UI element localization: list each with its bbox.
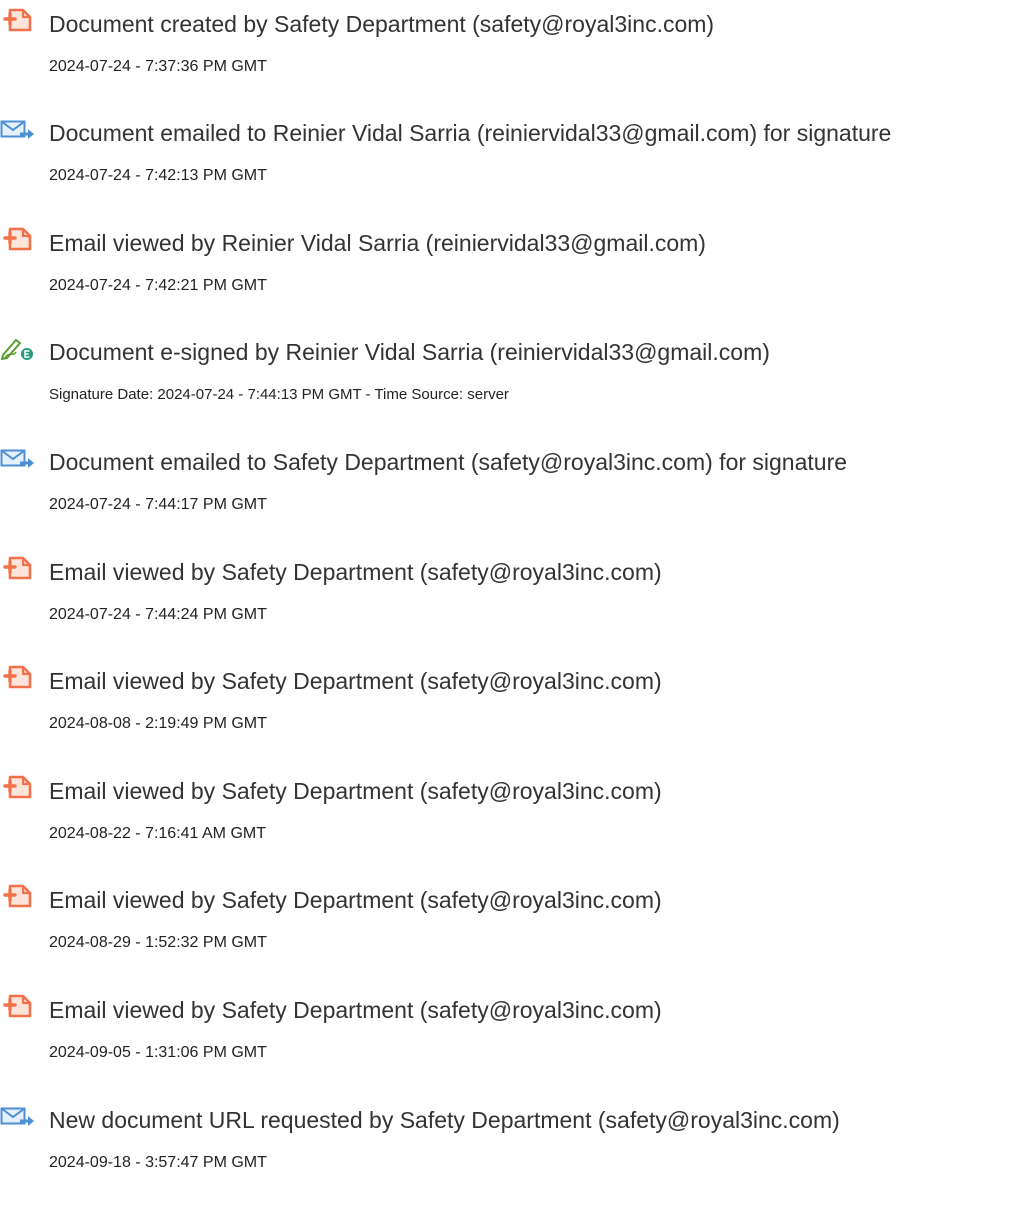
audit-event: Email viewed by Safety Department (safet… — [0, 986, 1024, 1066]
email-sent-icon — [0, 1104, 36, 1128]
signature-details: Signature Date: 2024-07-24 - 7:44:13 PM … — [49, 386, 509, 403]
audit-event: Document emailed to Safety Department (s… — [0, 438, 1024, 518]
event-title: Document emailed to Reinier Vidal Sarria… — [49, 120, 892, 146]
event-timestamp: 2024-07-24 - 7:37:36 PM GMT — [49, 58, 267, 75]
document-viewed-icon — [0, 775, 36, 799]
audit-event: Document created by Safety Department (s… — [0, 0, 1024, 80]
event-title: Email viewed by Safety Department (safet… — [49, 778, 662, 804]
event-title: Document created by Safety Department (s… — [49, 11, 715, 37]
event-timestamp: 2024-08-08 - 2:19:49 PM GMT — [49, 715, 267, 732]
document-viewed-icon — [0, 665, 36, 689]
document-viewed-icon — [0, 994, 36, 1018]
event-timestamp: 2024-07-24 - 7:44:24 PM GMT — [49, 606, 267, 623]
audit-event: Email viewed by Safety Department (safet… — [0, 548, 1024, 628]
audit-event: Email viewed by Reinier Vidal Sarria (re… — [0, 219, 1024, 299]
event-timestamp: 2024-09-18 - 3:57:47 PM GMT — [49, 1154, 267, 1171]
document-viewed-icon — [0, 884, 36, 908]
event-title: Email viewed by Reinier Vidal Sarria (re… — [49, 230, 706, 256]
document-viewed-icon — [0, 556, 36, 580]
audit-event: Email viewed by Safety Department (safet… — [0, 657, 1024, 737]
document-viewed-icon — [0, 227, 36, 251]
event-timestamp: 2024-09-05 - 1:31:06 PM GMT — [49, 1044, 267, 1061]
event-title: Document emailed to Safety Department (s… — [49, 449, 848, 475]
audit-event: Email viewed by Safety Department (safet… — [0, 876, 1024, 956]
audit-event: Document emailed to Reinier Vidal Sarria… — [0, 109, 1024, 189]
event-timestamp: 2024-07-24 - 7:42:21 PM GMT — [49, 277, 267, 294]
event-timestamp: 2024-07-24 - 7:42:13 PM GMT — [49, 167, 267, 184]
event-timestamp: 2024-08-29 - 1:52:32 PM GMT — [49, 934, 267, 951]
audit-event: Document e-signed by Reinier Vidal Sarri… — [0, 328, 1024, 408]
e-signature-icon — [0, 336, 36, 360]
event-title: New document URL requested by Safety Dep… — [49, 1107, 840, 1133]
event-title: Document e-signed by Reinier Vidal Sarri… — [49, 339, 770, 365]
email-sent-icon — [0, 446, 36, 470]
event-title: Email viewed by Safety Department (safet… — [49, 997, 662, 1023]
email-sent-icon — [0, 117, 36, 141]
event-title: Email viewed by Safety Department (safet… — [49, 887, 662, 913]
audit-event: Email viewed by Safety Department (safet… — [0, 767, 1024, 847]
event-title: Email viewed by Safety Department (safet… — [49, 668, 662, 694]
document-created-icon — [0, 8, 36, 32]
audit-event: New document URL requested by Safety Dep… — [0, 1096, 1024, 1176]
event-timestamp: 2024-08-22 - 7:16:41 AM GMT — [49, 825, 266, 842]
event-timestamp: 2024-07-24 - 7:44:17 PM GMT — [49, 496, 267, 513]
event-title: Email viewed by Safety Department (safet… — [49, 559, 662, 585]
audit-trail-list: Document created by Safety Department (s… — [0, 0, 1024, 1226]
